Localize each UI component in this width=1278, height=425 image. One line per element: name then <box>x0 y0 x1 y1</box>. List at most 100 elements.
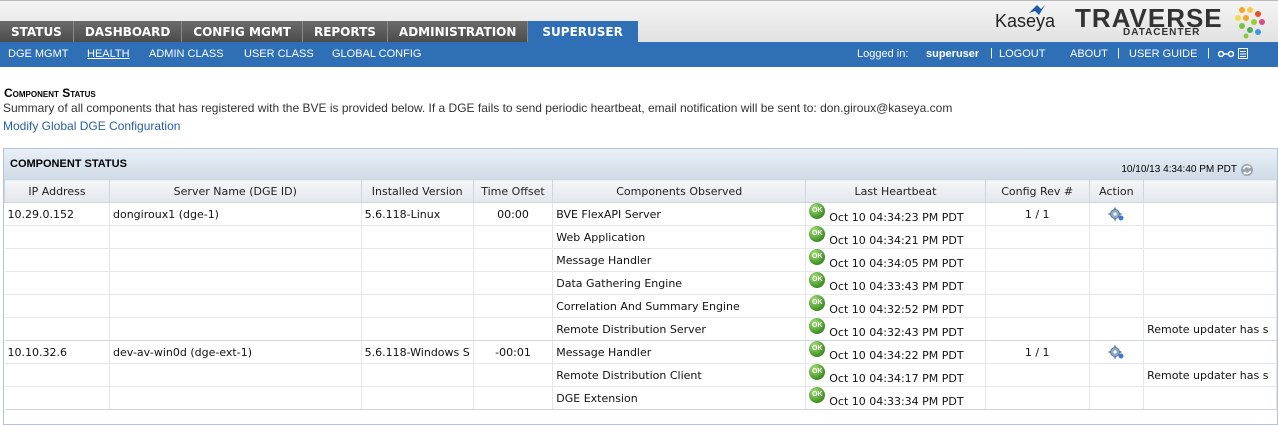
tab-config-mgmt[interactable]: CONFIG MGMT <box>182 21 303 43</box>
subnav-health[interactable]: HEALTH <box>87 48 130 60</box>
subnav-admin-class[interactable]: ADMIN CLASS <box>149 48 224 60</box>
server-name-cell: dongiroux1 (dge-1) <box>109 202 362 226</box>
about-link[interactable]: ABOUT <box>1070 48 1108 60</box>
component-cell: Message Handler <box>552 340 807 364</box>
configure-gear-icon[interactable] <box>1108 207 1124 221</box>
column-header: Components Observed <box>552 179 807 203</box>
config-rev-cell <box>985 363 1090 387</box>
ip-address-cell <box>4 317 110 341</box>
last-heartbeat-cell: OK Oct 10 04:33:43 PM PDT <box>805 271 986 295</box>
ok-status-icon: OK <box>809 318 826 335</box>
last-heartbeat-cell: OK Oct 10 04:32:43 PM PDT <box>805 317 986 341</box>
user-guide-link[interactable]: USER GUIDE <box>1129 48 1197 60</box>
heartbeat-text: Oct 10 04:32:52 PM PDT <box>829 302 964 316</box>
heartbeat-text: Oct 10 04:34:22 PM PDT <box>829 348 964 362</box>
last-heartbeat-cell: OK Oct 10 04:33:34 PM PDT <box>805 386 986 410</box>
traverse-dots-icon <box>1235 7 1265 39</box>
last-heartbeat-cell: OK Oct 10 04:34:23 PM PDT <box>805 202 986 226</box>
column-header: Server Name (DGE ID) <box>108 179 362 203</box>
column-header: Config Rev # <box>984 179 1090 203</box>
ok-status-icon: OK <box>809 226 826 243</box>
action-cell <box>1089 248 1145 272</box>
time-offset-cell <box>473 386 554 410</box>
note-cell: Remote updater has s <box>1143 317 1277 341</box>
link-icon[interactable] <box>1218 49 1234 59</box>
ok-status-icon: OK <box>809 272 826 289</box>
component-cell: Message Handler <box>552 248 807 272</box>
table-row: Message Handler OK Oct 10 04:34:05 PM PDT <box>4 248 1277 272</box>
installed-version-cell <box>361 363 474 387</box>
table-row: Correlation And Summary Engine OK Oct 10 0… <box>4 294 1277 318</box>
modify-global-dge-link[interactable]: Modify Global DGE Configuration <box>3 119 180 133</box>
last-heartbeat-cell: OK Oct 10 04:34:05 PM PDT <box>805 248 986 272</box>
logout-link[interactable]: LOGOUT <box>999 48 1045 60</box>
tab-administration[interactable]: ADMINISTRATION <box>387 21 529 43</box>
tab-superuser[interactable]: SUPERUSER <box>528 21 638 43</box>
ok-status-icon: OK <box>809 295 826 312</box>
heartbeat-text: Oct 10 04:34:17 PM PDT <box>829 371 964 385</box>
subnav-dge-mgmt[interactable]: DGE MGMT <box>8 48 69 60</box>
ip-address-cell <box>4 225 110 249</box>
config-rev-cell <box>985 271 1090 295</box>
installed-version-cell <box>361 317 474 341</box>
column-header: IP Address <box>4 179 110 203</box>
component-status-panel: COMPONENT STATUS 10/10/13 4:34:40 PM PDT… <box>3 148 1278 425</box>
tab-status[interactable]: STATUS <box>0 21 74 43</box>
panel-title: COMPONENT STATUS <box>10 158 127 170</box>
ok-status-icon: OK <box>809 203 826 220</box>
note-cell <box>1143 386 1277 410</box>
heartbeat-text: Oct 10 04:32:43 PM PDT <box>829 325 964 339</box>
heartbeat-text: Oct 10 04:34:23 PM PDT <box>829 210 964 224</box>
last-heartbeat-cell: OK Oct 10 04:34:22 PM PDT <box>805 340 986 364</box>
top-bar: STATUS DASHBOARD CONFIG MGMT REPORTS ADMINIS… <box>0 0 1278 43</box>
action-cell <box>1089 363 1145 387</box>
main-tabs: STATUS DASHBOARD CONFIG MGMT REPORTS ADMINIS… <box>0 21 638 43</box>
note-cell <box>1143 225 1277 249</box>
heartbeat-text: Oct 10 04:34:21 PM PDT <box>829 233 964 247</box>
installed-version-cell: 5.6.118-Windows S <box>361 340 474 364</box>
component-cell: Remote Distribution Client <box>552 363 807 387</box>
time-offset-cell: 00:00 <box>473 202 554 226</box>
panel-header: COMPONENT STATUS 10/10/13 4:34:40 PM PDT <box>4 149 1277 181</box>
installed-version-cell <box>361 225 474 249</box>
refresh-icon[interactable] <box>1239 162 1255 178</box>
tab-dashboard[interactable]: DASHBOARD <box>73 21 183 43</box>
config-rev-cell <box>985 294 1090 318</box>
time-offset-cell <box>473 225 554 249</box>
ok-status-icon: OK <box>809 387 826 404</box>
installed-version-cell <box>361 248 474 272</box>
installed-version-cell: 5.6.118-Linux <box>361 202 474 226</box>
document-icon[interactable] <box>1238 48 1248 59</box>
separator: | <box>990 47 993 59</box>
server-name-cell <box>109 317 362 341</box>
action-cell <box>1089 386 1145 410</box>
server-name-cell: dev-av-win0d (dge-ext-1) <box>109 340 362 364</box>
installed-version-cell <box>361 271 474 295</box>
table-row: 10.29.0.152 dongiroux1 (dge-1) 5.6.118-Lin… <box>4 202 1277 226</box>
note-cell <box>1143 340 1277 364</box>
subnav-user-class[interactable]: USER CLASS <box>244 48 314 60</box>
time-offset-cell: -00:01 <box>473 340 554 364</box>
kaseya-mark-icon <box>1029 5 1045 15</box>
ok-status-icon: OK <box>809 249 826 266</box>
time-offset-cell <box>473 248 554 272</box>
subnav-global-config[interactable]: GLOBAL CONFIG <box>332 48 421 60</box>
action-cell <box>1089 271 1145 295</box>
server-name-cell <box>109 248 362 272</box>
table-row: DGE Extension OK Oct 10 04:33:34 PM PDT <box>4 386 1277 410</box>
configure-gear-icon[interactable] <box>1108 345 1124 359</box>
separator: | <box>1117 47 1120 59</box>
note-cell <box>1143 248 1277 272</box>
action-cell <box>1089 340 1145 364</box>
ip-address-cell <box>4 271 110 295</box>
page-title: Component Status <box>4 86 96 100</box>
time-offset-cell <box>473 363 554 387</box>
ok-status-icon: OK <box>809 341 826 358</box>
panel-timestamp: 10/10/13 4:34:40 PM PDT <box>1121 164 1237 175</box>
table-header-row: IP Address Server Name (DGE ID) Installed … <box>4 179 1277 203</box>
logged-in-label: Logged in: <box>857 48 909 60</box>
ip-address-cell <box>4 294 110 318</box>
action-cell <box>1089 225 1145 249</box>
heartbeat-text: Oct 10 04:33:34 PM PDT <box>829 394 964 408</box>
tab-reports[interactable]: REPORTS <box>302 21 388 43</box>
